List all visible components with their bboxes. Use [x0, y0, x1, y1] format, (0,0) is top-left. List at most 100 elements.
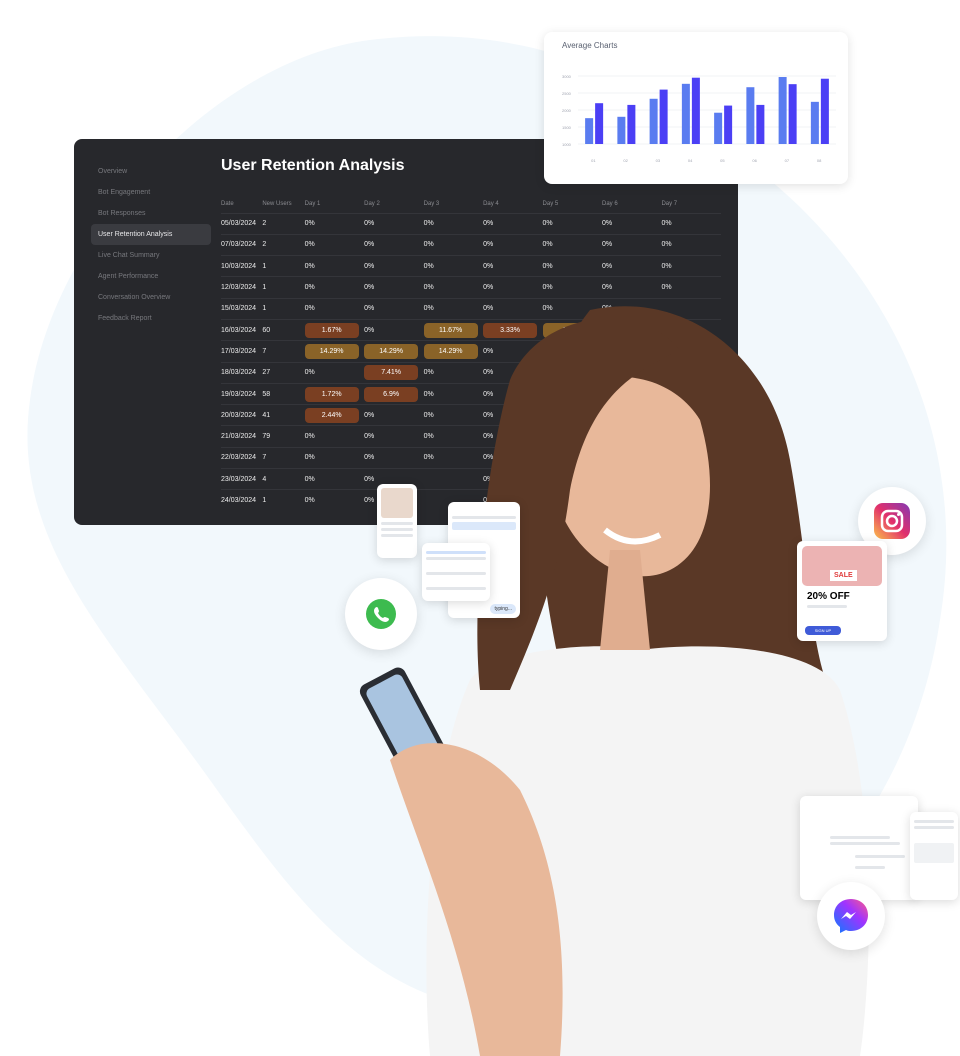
retention-value: 0% — [423, 241, 434, 249]
retention-value: 0% — [483, 262, 494, 270]
messenger-icon[interactable] — [817, 882, 885, 950]
retention-value: 0% — [304, 433, 315, 441]
retention-cell: 0% — [304, 212, 365, 235]
sign-up-button[interactable]: SIGN UP — [805, 626, 841, 635]
users-cell: 79 — [262, 425, 305, 448]
sidebar-item-live-chat-summary[interactable]: Live Chat Summary — [91, 245, 211, 266]
sidebar-item-feedback-report[interactable]: Feedback Report — [91, 308, 211, 329]
promo-card: SALE 20% OFF SIGN UP — [797, 541, 887, 641]
date-cell: 20/03/2024 — [221, 404, 263, 426]
retention-value: 0% — [364, 262, 375, 270]
blog-post-mockup — [377, 484, 417, 558]
bar-A-05 — [714, 112, 723, 144]
retention-cell: 0% — [661, 255, 721, 277]
users-cell: 7 — [262, 340, 305, 363]
date-cell: 12/03/2024 — [221, 276, 263, 299]
bar-A-02 — [617, 116, 626, 144]
column-header: Day 5 — [542, 200, 559, 207]
retention-cell: 0% — [483, 255, 543, 277]
column-header: Day 7 — [661, 200, 678, 207]
retention-cell: 0% — [364, 212, 424, 235]
date-cell: 21/03/2024 — [221, 425, 263, 448]
contact-details-mockup — [910, 812, 958, 900]
page-title: User Retention Analysis — [221, 157, 405, 174]
retention-value: 0% — [304, 262, 315, 270]
bar-A-01 — [585, 118, 594, 144]
retention-value: 0% — [542, 241, 553, 249]
y-tick-label: 3000 — [562, 74, 572, 79]
bar-B-08 — [820, 78, 829, 144]
retention-value: 0% — [304, 454, 315, 462]
users-cell: 60 — [262, 318, 305, 341]
bar-A-08 — [810, 101, 819, 144]
users-cell: 2 — [262, 233, 305, 256]
whatsapp-icon[interactable] — [345, 578, 417, 650]
retention-value: 0% — [542, 220, 553, 228]
sidebar-item-conversation-overview[interactable]: Conversation Overview — [91, 287, 211, 308]
retention-value: 0% — [304, 305, 315, 313]
bar-A-06 — [746, 87, 755, 144]
retention-cell: 0% — [602, 212, 662, 235]
users-cell: 1 — [262, 489, 305, 512]
sidebar-item-agent-performance[interactable]: Agent Performance — [91, 266, 211, 287]
retention-value: 0% — [304, 284, 315, 292]
column-header: Day 3 — [423, 200, 440, 207]
date-cell: 17/03/2024 — [221, 340, 263, 363]
date-cell: 07/03/2024 — [221, 233, 263, 256]
users-cell: 58 — [262, 382, 305, 405]
users-cell: 1 — [262, 276, 305, 299]
retention-value: 0% — [364, 220, 375, 228]
retention-value: 0% — [542, 262, 553, 270]
date-cell: 22/03/2024 — [221, 446, 263, 469]
sidebar-item-bot-engagement[interactable]: Bot Engagement — [91, 182, 211, 203]
users-cell: 41 — [262, 404, 305, 426]
date-cell: 16/03/2024 — [221, 318, 263, 341]
y-tick-label: 2500 — [562, 91, 572, 96]
bar-B-02 — [627, 104, 636, 144]
users-cell: 1 — [262, 297, 305, 320]
retention-value: 0% — [304, 497, 315, 505]
offer-text: 20% OFF — [807, 591, 850, 602]
retention-value: 0% — [661, 241, 672, 249]
bar-B-01 — [595, 103, 604, 144]
users-cell: 4 — [262, 468, 305, 490]
bar-chart: 1000 1500 2000 2500 3000 01 02 03 04 05 06 07 08 — [562, 74, 836, 163]
retention-value: 0% — [423, 220, 434, 228]
x-tick-label: 03 — [656, 158, 661, 163]
retention-value: 0% — [602, 262, 613, 270]
users-cell: 7 — [262, 446, 305, 469]
user-list-mockup — [422, 543, 490, 601]
date-cell: 15/03/2024 — [221, 297, 263, 320]
retention-cell: 0% — [661, 233, 721, 256]
retention-value: 0% — [602, 241, 613, 249]
x-tick-label: 08 — [817, 158, 822, 163]
x-tick-label: 01 — [591, 158, 596, 163]
retention-cell: 0% — [602, 233, 662, 256]
retention-cell: 0% — [304, 255, 365, 277]
sidebar-item-overview[interactable]: Overview — [91, 161, 211, 182]
y-tick-label: 2000 — [562, 108, 572, 113]
bar-B-07 — [788, 84, 797, 144]
retention-cell: 0% — [542, 212, 602, 235]
bar-B-05 — [724, 105, 733, 144]
x-tick-label: 06 — [752, 158, 757, 163]
retention-value: 0% — [304, 241, 315, 249]
table-row: 07/03/2024 2 0% 0% 0% 0% 0% 0% 0% — [221, 233, 721, 256]
y-tick-label: 1000 — [562, 142, 572, 147]
column-header: New Users — [262, 200, 292, 207]
date-cell: 05/03/2024 — [221, 212, 263, 235]
sidebar-item-bot-responses[interactable]: Bot Responses — [91, 203, 211, 224]
bar-B-03 — [659, 89, 668, 144]
retention-value: 0% — [304, 220, 315, 228]
users-cell: 27 — [262, 361, 305, 384]
retention-cell: 0% — [304, 233, 365, 256]
retention-cell: 0% — [423, 255, 484, 277]
bar-A-04 — [681, 83, 690, 144]
x-tick-label: 02 — [623, 158, 628, 163]
date-cell: 19/03/2024 — [221, 382, 263, 405]
retention-cell: 0% — [364, 233, 424, 256]
sidebar-item-user-retention-analysis[interactable]: User Retention Analysis — [91, 224, 211, 245]
retention-cell: 0% — [542, 233, 602, 256]
sidebar: Overview Bot Engagement Bot Responses User … — [91, 161, 211, 329]
users-cell: 1 — [262, 255, 305, 277]
